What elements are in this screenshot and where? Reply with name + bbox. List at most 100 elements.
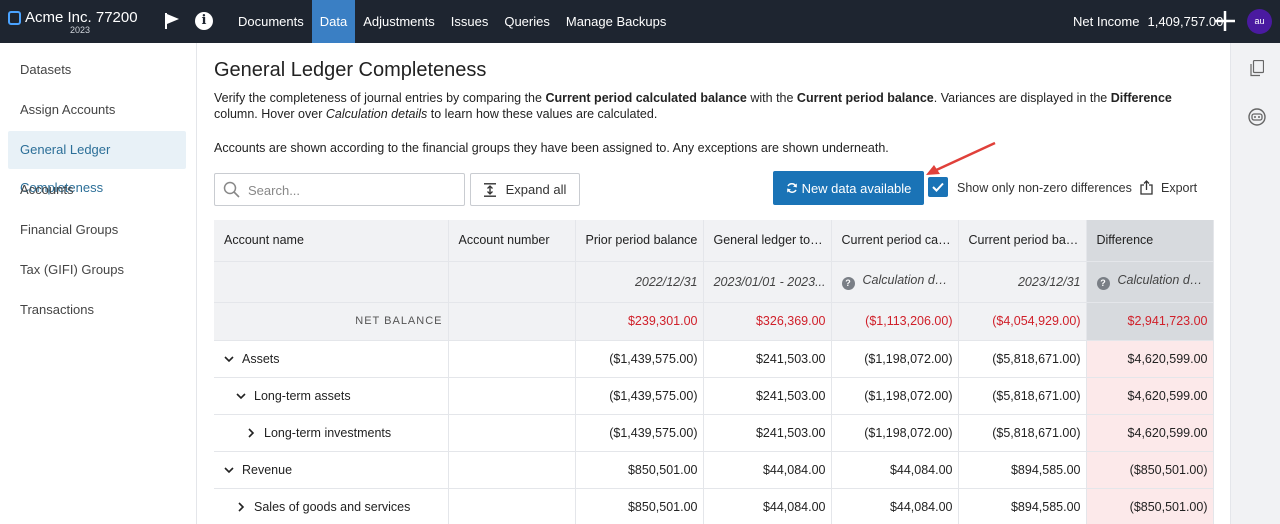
export-icon [1140,180,1153,195]
main-nav: Documents Data Adjustments Issues Querie… [230,0,674,43]
chevron-down-icon[interactable] [224,354,234,364]
new-data-available-button[interactable]: New data available [773,171,924,205]
account-name-cell[interactable]: Revenue [214,451,449,489]
net-income: Net Income 1,409,757.00 [1073,14,1223,29]
difference-cell: ($850,501.00) [1086,451,1214,489]
difference-cell: $4,620,599.00 [1086,377,1214,415]
copy-icon[interactable] [1250,60,1264,77]
ledger-table: Account name Account number Prior period… [214,220,1214,524]
chevron-right-icon[interactable] [236,501,246,512]
expand-all-label: Expand all [505,182,567,197]
account-name-cell[interactable]: Assets [214,340,449,378]
prior-period-cell: ($1,439,575.00) [575,377,704,415]
sidebar-item-assign-accounts[interactable]: Assign Accounts [8,91,186,129]
chatbot-icon[interactable] [1248,108,1266,126]
subheader-current-date: 2023/12/31 [958,261,1087,303]
account-name: Revenue [242,462,293,477]
account-number-cell [448,414,576,452]
flag-icon[interactable] [164,12,180,30]
account-name-cell[interactable]: Sales of goods and services [214,488,449,524]
help-icon[interactable]: ? [1096,277,1110,290]
right-rail [1230,43,1280,524]
table-row[interactable]: Long-term assets ($1,439,575.00) $241,50… [214,377,1214,415]
account-name-cell[interactable]: Long-term assets [214,377,449,415]
current-balance-cell: $894,585.00 [958,451,1087,489]
col-header-current-calculated[interactable]: Current period calcu... [831,220,959,262]
net-balance-value: ($1,113,206.00) [831,302,959,341]
desc-text: column. Hover over [214,107,326,121]
desc-bold: Current period calculated balance [545,91,747,105]
table-row[interactable]: Sales of goods and services $850,501.00 … [214,488,1214,524]
table-row[interactable]: Revenue $850,501.00 $44,084.00 $44,084.0… [214,451,1214,489]
gl-total-cell: $241,503.00 [703,340,832,378]
expand-all-button[interactable]: Expand all [470,173,580,206]
app-brand[interactable]: Acme Inc. 77200 2023 [8,9,138,35]
table-row[interactable]: Long-term investments ($1,439,575.00) $2… [214,414,1214,452]
chevron-down-icon[interactable] [224,465,234,475]
calc-details-label: Calculation details [1117,273,1213,287]
desc-text: . Variances are displayed in the [933,91,1111,105]
current-calculated-cell: ($1,198,072.00) [831,377,959,415]
prior-period-cell: ($1,439,575.00) [575,414,704,452]
plus-icon[interactable] [1214,10,1236,32]
net-balance-value: $326,369.00 [703,302,832,341]
help-icon[interactable]: ? [841,277,855,290]
nav-queries[interactable]: Queries [496,0,558,43]
sidebar-item-datasets[interactable]: Datasets [8,51,186,89]
expand-icon [483,182,496,197]
calc-details-label: Calculation details [862,273,958,287]
account-name: Long-term investments [264,425,392,440]
refresh-icon [786,183,797,193]
sidebar-item-financial-groups[interactable]: Financial Groups [8,211,186,249]
difference-cell: $4,620,599.00 [1086,340,1214,378]
col-header-difference[interactable]: Difference [1086,220,1214,262]
subheader-empty [214,261,449,303]
current-calculated-cell: $44,084.00 [831,488,959,524]
col-header-account-name[interactable]: Account name [214,220,449,262]
difference-cell: ($850,501.00) [1086,488,1214,524]
export-button[interactable]: Export [1140,180,1197,195]
current-calculated-cell: ($1,198,072.00) [831,414,959,452]
desc-text: with the [746,91,797,105]
nav-adjustments[interactable]: Adjustments [355,0,443,43]
chevron-down-icon[interactable] [236,391,246,401]
subheader-calc-details[interactable]: ? Calculation details [831,261,959,303]
col-header-account-number[interactable]: Account number [448,220,576,262]
search-icon [223,181,240,198]
current-balance-cell: ($5,818,671.00) [958,340,1087,378]
sidebar-item-transactions[interactable]: Transactions [8,291,186,329]
non-zero-checkbox[interactable] [928,177,948,197]
nav-data[interactable]: Data [311,0,356,43]
search-input[interactable] [248,180,458,200]
avatar[interactable]: au [1247,9,1272,34]
col-header-prior-period[interactable]: Prior period balance [575,220,704,262]
prior-period-cell: $850,501.00 [575,451,704,489]
gl-total-cell: $241,503.00 [703,414,832,452]
non-zero-checkbox-label[interactable]: Show only non-zero differences [957,181,1132,195]
subheader-diff-calc-details[interactable]: ? Calculation details [1086,261,1214,303]
account-number-cell [448,340,576,378]
col-header-gl-total[interactable]: General ledger total ... [703,220,832,262]
sidebar-item-accounts[interactable]: Accounts [8,171,186,209]
net-balance-value: ($4,054,929.00) [958,302,1087,341]
account-name-cell[interactable]: Long-term investments [214,414,449,452]
new-data-label: New data available [801,180,912,196]
sidebar-item-general-ledger-completeness[interactable]: General Ledger Completeness [8,131,186,195]
account-number-cell [448,488,576,524]
nav-issues[interactable]: Issues [443,0,497,43]
subheader-gl-range: 2023/01/01 - 2023... [703,261,832,303]
desc-bold: Current period balance [796,91,934,105]
col-header-current-balance[interactable]: Current period balan... [958,220,1087,262]
desc-text: Verify the completeness of journal entri… [214,91,546,105]
nav-documents[interactable]: Documents [230,0,312,43]
current-balance-cell: ($5,818,671.00) [958,414,1087,452]
sidebar: Datasets Assign Accounts General Ledger … [0,43,197,524]
chevron-right-icon[interactable] [246,427,256,438]
sidebar-item-tax-groups[interactable]: Tax (GIFI) Groups [8,251,186,289]
account-name: Assets [242,351,280,366]
table-row[interactable]: Assets ($1,439,575.00) $241,503.00 ($1,1… [214,340,1214,378]
info-icon[interactable]: i [195,12,213,30]
net-income-value: 1,409,757.00 [1147,14,1224,29]
check-icon [932,182,944,192]
nav-manage-backups[interactable]: Manage Backups [558,0,674,43]
